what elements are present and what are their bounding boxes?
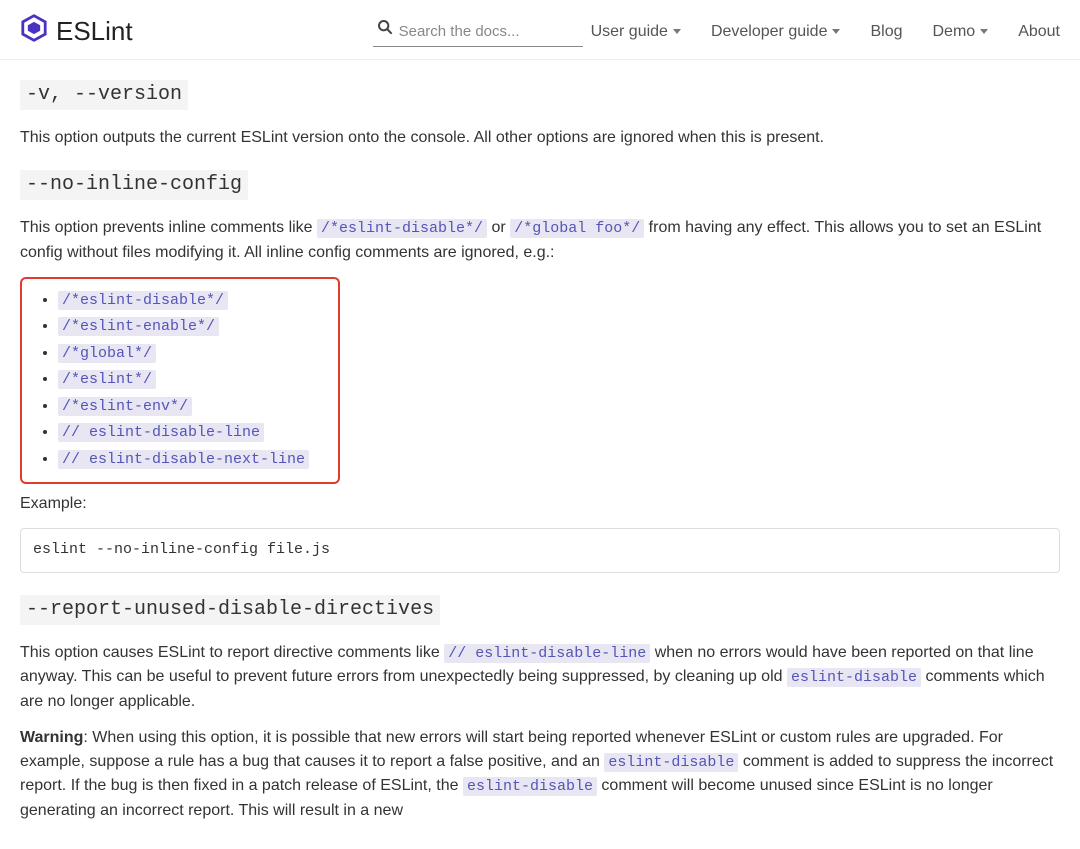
brand-link[interactable]: ESLint: [20, 12, 133, 51]
search-input[interactable]: [393, 19, 579, 44]
inline-code: // eslint-disable-line: [58, 423, 264, 442]
text: This option prevents inline comments lik…: [20, 219, 317, 236]
warning-label: Warning: [20, 729, 83, 746]
inline-code: // eslint-disable-next-line: [58, 450, 309, 469]
list-item: // eslint-disable-line: [58, 419, 336, 446]
nav-about[interactable]: About: [1018, 20, 1060, 44]
nav-right: User guide Developer guide Blog Demo Abo…: [591, 20, 1060, 44]
chevron-down-icon: [673, 29, 681, 34]
list-item: /*eslint-env*/: [58, 393, 336, 420]
list-item: /*eslint*/: [58, 366, 336, 393]
nav-blog[interactable]: Blog: [870, 20, 902, 44]
search-icon: [377, 19, 393, 43]
inline-code: /*global*/: [58, 344, 156, 363]
list-item: /*eslint-disable*/: [58, 287, 336, 314]
heading-version: -v, --version: [20, 80, 188, 110]
search-container[interactable]: [373, 17, 583, 47]
chevron-down-icon: [832, 29, 840, 34]
heading-report-unused: --report-unused-disable-directives: [20, 595, 440, 625]
inline-code: /*eslint*/: [58, 370, 156, 389]
navbar: ESLint User guide Developer guide Blog D…: [0, 0, 1080, 60]
inline-code: /*eslint-disable*/: [58, 291, 228, 310]
heading-no-inline-config: --no-inline-config: [20, 170, 248, 200]
report-warning: Warning: When using this option, it is p…: [20, 726, 1060, 823]
inline-code: // eslint-disable-line: [444, 644, 650, 663]
inline-code: eslint-disable: [787, 668, 921, 687]
main-content: -v, --version This option outputs the cu…: [0, 60, 1080, 849]
list-item: /*eslint-enable*/: [58, 313, 336, 340]
nav-link-label: Demo: [933, 20, 976, 44]
text: This option causes ESLint to report dire…: [20, 644, 444, 661]
nav-link-label: User guide: [591, 20, 668, 44]
eslint-logo-icon: [20, 14, 48, 50]
nav-link-label: Developer guide: [711, 20, 828, 44]
example-label: Example:: [20, 492, 1060, 516]
config-comment-list: /*eslint-disable*/ /*eslint-enable*/ /*g…: [26, 287, 336, 473]
version-description: This option outputs the current ESLint v…: [20, 126, 1060, 150]
text: or: [492, 219, 511, 236]
nav-user-guide[interactable]: User guide: [591, 20, 681, 44]
highlighted-list-box: /*eslint-disable*/ /*eslint-enable*/ /*g…: [20, 277, 340, 485]
no-inline-description: This option prevents inline comments lik…: [20, 216, 1060, 265]
inline-code: /*eslint-enable*/: [58, 317, 219, 336]
brand-text: ESLint: [56, 12, 133, 51]
example-codeblock: eslint --no-inline-config file.js: [20, 528, 1060, 573]
nav-developer-guide[interactable]: Developer guide: [711, 20, 841, 44]
nav-demo[interactable]: Demo: [933, 20, 989, 44]
inline-code: /*eslint-env*/: [58, 397, 192, 416]
inline-code: eslint-disable: [463, 777, 597, 796]
inline-code: /*global foo*/: [510, 219, 644, 238]
inline-code: /*eslint-disable*/: [317, 219, 487, 238]
chevron-down-icon: [980, 29, 988, 34]
inline-code: eslint-disable: [604, 753, 738, 772]
list-item: /*global*/: [58, 340, 336, 367]
list-item: // eslint-disable-next-line: [58, 446, 336, 473]
report-description: This option causes ESLint to report dire…: [20, 641, 1060, 714]
